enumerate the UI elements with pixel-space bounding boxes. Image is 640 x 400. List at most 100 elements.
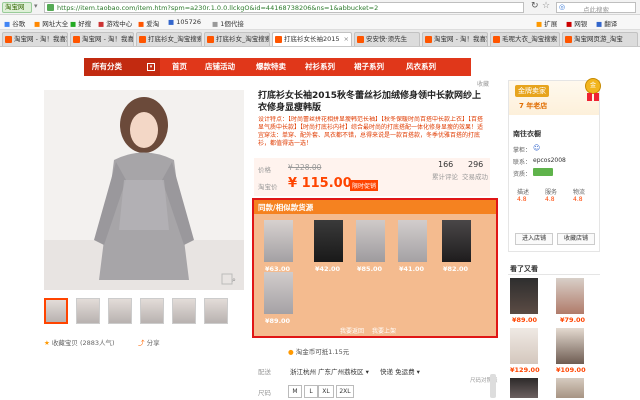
- bookmark-games[interactable]: ■ 游戏中心: [98, 18, 132, 28]
- nav-skirts[interactable]: 裙子系列: [354, 58, 384, 76]
- detail-scrollbar[interactable]: [490, 374, 496, 398]
- recent-title: 看了又看: [510, 265, 538, 273]
- similar-item-4[interactable]: ¥41.00: [396, 220, 429, 273]
- refresh-icon[interactable]: ↻: [531, 1, 539, 11]
- thumbnail-1[interactable]: [44, 298, 68, 324]
- search-icon[interactable]: ◎: [559, 3, 565, 11]
- promo-price: ¥ 115.00: [288, 176, 352, 191]
- shop-keeper-name[interactable]: epcos2008: [533, 157, 566, 164]
- toolbar-extensions[interactable]: ■ 扩展: [536, 18, 557, 28]
- similar-item-image: [314, 220, 343, 262]
- mode-badge[interactable]: 淘宝网: [2, 2, 32, 13]
- toolbar-bank[interactable]: ■ 网银: [566, 18, 587, 28]
- size-option-xl[interactable]: XL: [318, 385, 334, 398]
- tab-8[interactable]: 毛呢大衣_淘宝搜索: [490, 32, 560, 46]
- delivery-to-select[interactable]: 广东广州荔枝区 ▾: [318, 366, 369, 376]
- price-label: 价格: [258, 166, 271, 174]
- recent-item-2-price: ¥79.00: [560, 316, 586, 324]
- share-button[interactable]: ⤴ 分享: [138, 337, 160, 347]
- recent-divider: [508, 274, 600, 275]
- product-description: 设计特点：【时尚蕾丝拼花相拼显瘦韩范长袖】【秋冬保暖时尚百搭中长款上衣】【百搭显…: [258, 116, 484, 147]
- shop-qual-label: 资质：: [513, 171, 532, 178]
- nav-home[interactable]: 首页: [172, 58, 187, 76]
- bookmark-aitao[interactable]: ■ 爱淘: [138, 18, 159, 28]
- recent-item-4[interactable]: [556, 328, 584, 364]
- tab-3[interactable]: 打底衫女_淘宝搜索: [136, 32, 202, 46]
- similar-item-image: [264, 220, 293, 262]
- thumbnail-3[interactable]: [108, 298, 132, 324]
- recent-item-6[interactable]: [556, 378, 584, 398]
- original-price: ¥ 228.00: [288, 163, 322, 172]
- main-product-image[interactable]: ⌕: [44, 90, 244, 290]
- similar-next-link[interactable]: 我要上架: [372, 326, 396, 335]
- size-option-l[interactable]: L: [304, 385, 318, 398]
- sales-count: 296: [468, 160, 484, 169]
- similar-item-5[interactable]: ¥82.00: [440, 220, 473, 273]
- similar-item-2[interactable]: ¥42.00: [312, 220, 345, 273]
- similar-item-6[interactable]: ¥89.00: [262, 272, 295, 325]
- nav-hot-sale[interactable]: 爆款特卖: [256, 58, 286, 76]
- bookmark-105726[interactable]: ■ 105726: [168, 18, 201, 26]
- taobao-favicon-icon: [425, 36, 432, 43]
- similar-item-3[interactable]: ¥85.00: [354, 220, 387, 273]
- tab-4[interactable]: 打底衫女_淘宝搜索: [204, 32, 270, 46]
- toolbar-translate[interactable]: ■ 翻译: [596, 18, 617, 28]
- product-title: 打底衫女长袖2015秋冬蕾丝衫加绒修身领中长款网纱上衣修身显瘦韩版: [258, 91, 482, 113]
- nav-promotions[interactable]: 店铺活动: [205, 58, 235, 76]
- shop-name[interactable]: 南往衣橱: [513, 129, 541, 139]
- tab-9[interactable]: 淘宝网页游_淘宝: [562, 32, 638, 46]
- dropdown-icon[interactable]: ▾: [34, 2, 38, 10]
- recent-item-3[interactable]: [510, 328, 538, 364]
- tab-active[interactable]: 打底衫女长袖2015 ×: [272, 32, 352, 46]
- share-icon: ⤴: [138, 339, 145, 347]
- zoom-icon[interactable]: ⌕: [232, 276, 236, 285]
- collect-item-button[interactable]: ★ 收藏宝贝 (2883人气): [44, 337, 115, 347]
- promo-price-label: 淘宝价: [258, 183, 278, 191]
- bookmark-google[interactable]: ■ 谷歌: [4, 18, 25, 28]
- thumbnail-4[interactable]: [140, 298, 164, 324]
- recent-item-4-price: ¥109.00: [556, 366, 586, 374]
- bookmark-nav[interactable]: ■ 网址大全: [34, 18, 68, 28]
- close-tab-icon[interactable]: ×: [344, 33, 349, 46]
- collect-shop-button[interactable]: 收藏店铺: [557, 233, 595, 245]
- tab-6[interactable]: 安安快·须先生: [354, 32, 420, 46]
- search-box[interactable]: ◎ 点此搜索: [556, 2, 636, 14]
- nav-coats[interactable]: 风衣系列: [406, 58, 436, 76]
- recent-item-3-price: ¥129.00: [510, 366, 540, 374]
- promo-tag: 限时促销: [350, 180, 379, 191]
- similar-prev-link[interactable]: 我要返回: [340, 326, 364, 335]
- reviews-count[interactable]: 166: [438, 160, 453, 169]
- nav-shirts[interactable]: 衬衫系列: [305, 58, 335, 76]
- url-field[interactable]: https://item.taobao.com/item.htm?spm=a23…: [44, 2, 524, 13]
- tab-7[interactable]: 淘宝网 - 淘！我喜欢: [422, 32, 488, 46]
- collect-link[interactable]: 收藏: [477, 79, 489, 88]
- enter-shop-button[interactable]: 进入店铺: [515, 233, 553, 245]
- star-icon[interactable]: ☆: [542, 1, 550, 11]
- taobao-favicon-icon: [275, 36, 282, 43]
- gold-seller-badge: 金牌卖家: [515, 85, 549, 97]
- bookmarks-bar: ■ 谷歌 ■ 网址大全 ■ 好搜 ■ 游戏中心 ■ 爱淘 ■ 105726 ■ …: [0, 15, 640, 30]
- similar-item-1[interactable]: ¥63.00: [262, 220, 295, 273]
- recent-item-1[interactable]: [510, 278, 538, 314]
- sales-label: 交易成功: [462, 173, 488, 181]
- shop-keeper-label: 掌柜：: [513, 147, 532, 154]
- similar-item-price: ¥42.00: [315, 265, 341, 273]
- recent-item-5[interactable]: [510, 378, 538, 398]
- size-option-m[interactable]: M: [288, 385, 302, 398]
- bookmark-haosou[interactable]: ■ 好搜: [70, 18, 91, 28]
- price-panel: 价格 ¥ 228.00 淘宝价 ¥ 115.00 限时促销 166 累计评论 2…: [254, 158, 490, 196]
- bookmark-daijie[interactable]: ■ 1個代接: [212, 18, 244, 28]
- wangwang-icon[interactable]: ☺: [533, 144, 540, 152]
- all-categories-button[interactable]: 所有分类 ▾: [84, 58, 160, 76]
- delivery-fee-select[interactable]: 快递 免运费 ▾: [380, 366, 420, 376]
- recent-item-2[interactable]: [556, 278, 584, 314]
- tab-1[interactable]: 淘宝网 - 淘！我喜欢: [2, 32, 68, 46]
- tab-2[interactable]: 淘宝网 - 淘！我喜欢: [70, 32, 134, 46]
- thumbnail-2[interactable]: [76, 298, 100, 324]
- size-option-2xl[interactable]: 2XL: [336, 385, 354, 398]
- thumbnail-6[interactable]: [204, 298, 228, 324]
- taobao-favicon-icon: [357, 36, 364, 43]
- model-photo-illustration: [44, 90, 244, 290]
- thumbnail-5[interactable]: [172, 298, 196, 324]
- similar-products-panel: 同款/相似款货源 ¥63.00 ¥42.00 ¥85.00 ¥41.00 ¥82…: [252, 198, 498, 338]
